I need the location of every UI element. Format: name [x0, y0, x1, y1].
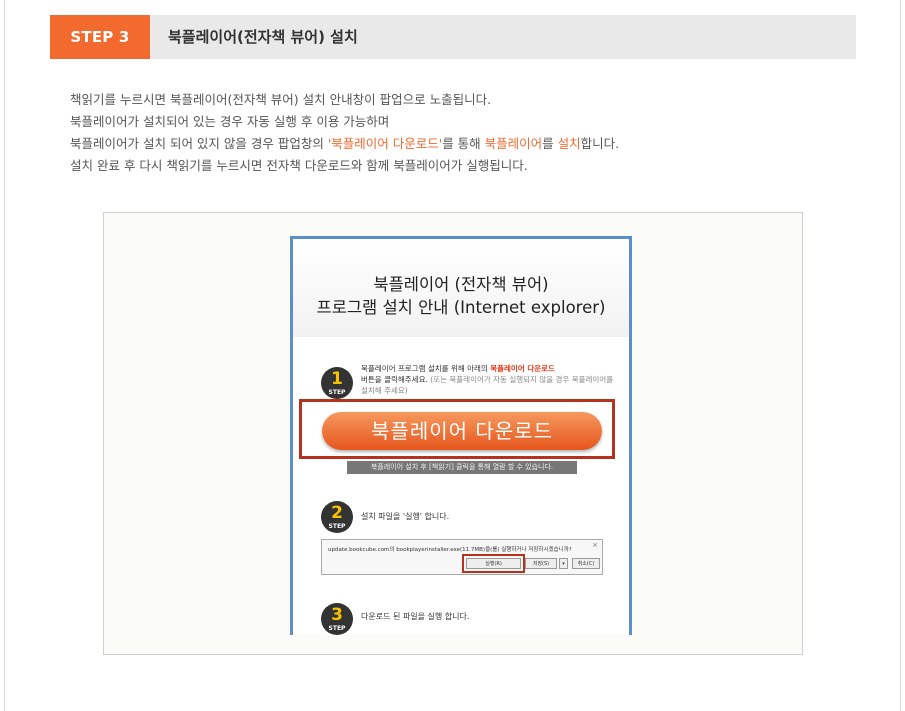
step-1-icon: 1 STEP — [321, 367, 353, 399]
instruction-line-1: 책읽기를 누르시면 북플레이어(전자책 뷰어) 설치 안내창이 팝업으로 노출됩… — [70, 92, 492, 107]
step-1-number: 1 — [331, 369, 343, 389]
download-note: 북플레이어 설치 후 [책읽기] 클릭을 통해 열람 할 수 있습니다. — [347, 461, 577, 474]
instruction-line-3-part-b: 를 통해 — [442, 136, 485, 151]
step-title: 북플레이어(전자책 뷰어) 설치 — [168, 28, 358, 46]
save-dropdown-icon[interactable]: ▾ — [559, 558, 568, 569]
popup-title-line-1: 북플레이어 (전자책 뷰어) — [373, 275, 549, 294]
step-1-label: STEP — [328, 389, 346, 396]
download-button-highlight: 북플레이어 다운로드 — [299, 399, 615, 459]
step-1-text-highlight: 북플레이어 다운로드 — [490, 364, 555, 373]
install-guide-popup: 북플레이어 (전자책 뷰어) 프로그램 설치 안내 (Internet expl… — [290, 236, 632, 635]
download-bar-message: update.bookcube.com의 bookplayerinstaller… — [328, 547, 572, 553]
instruction-line-3-part-a: 북플레이어가 설치 되어 있지 않을 경우 팝업창의 — [70, 136, 328, 151]
ie-download-bar: update.bookcube.com의 bookplayerinstaller… — [321, 539, 603, 575]
save-button[interactable]: 저장(S) — [525, 558, 557, 569]
highlight-install: 설치 — [557, 136, 581, 151]
step-badge: STEP 3 — [50, 15, 150, 59]
instruction-text: 책읽기를 누르시면 북플레이어(전자책 뷰어) 설치 안내창이 팝업으로 노출됩… — [70, 89, 619, 177]
instruction-line-4: 설치 완료 후 다시 책읽기를 누르시면 전자책 다운로드와 함께 북플레이어가… — [70, 158, 528, 173]
page-left-border — [4, 0, 5, 711]
step-3-text: 다운로드 된 파일을 실행 합니다. — [361, 612, 470, 621]
bookplayer-download-button[interactable]: 북플레이어 다운로드 — [322, 412, 602, 450]
step-1-text-b: 버튼을 클릭해주세요. — [361, 375, 428, 384]
instruction-line-3: 북플레이어가 설치 되어 있지 않을 경우 팝업창의 '북플레이어 다운로드'를… — [70, 133, 619, 155]
install-guide-figure: 북플레이어 (전자책 뷰어) 프로그램 설치 안내 (Internet expl… — [103, 212, 803, 655]
step-3-icon: 3 STEP — [321, 603, 353, 635]
step-3-label: STEP — [328, 625, 346, 632]
step-2-number: 2 — [331, 503, 343, 523]
instruction-line-3-part-c: 를 — [542, 136, 558, 151]
step-2-label: STEP — [328, 523, 346, 530]
highlight-download-label: '북플레이어 다운로드' — [327, 136, 443, 151]
step-header: STEP 3 북플레이어(전자책 뷰어) 설치 — [50, 15, 856, 59]
page-right-border — [900, 0, 901, 711]
step-3-number: 3 — [331, 605, 343, 625]
step-1-text-a: 북플레이어 프로그램 설치를 위해 아래의 — [361, 364, 491, 373]
step-1-text: 북플레이어 프로그램 설치를 위해 아래의 북플레이어 다운로드 버튼을 클릭해… — [361, 363, 621, 396]
close-icon[interactable]: × — [592, 541, 598, 549]
run-button-highlight — [462, 554, 525, 573]
instruction-line-2: 북플레이어가 설치되어 있는 경우 자동 실행 후 이용 가능하며 — [70, 114, 390, 129]
cancel-button[interactable]: 취소(C) — [572, 558, 600, 569]
step-2-text: 설치 파일을 '실행' 합니다. — [361, 512, 450, 521]
step-2-icon: 2 STEP — [321, 501, 353, 533]
popup-title-line-2: 프로그램 설치 안내 (Internet explorer) — [316, 298, 606, 317]
highlight-bookplayer: 북플레이어 — [484, 136, 543, 151]
popup-header: 북플레이어 (전자책 뷰어) 프로그램 설치 안내 (Internet expl… — [293, 239, 629, 337]
instruction-line-3-part-d: 합니다. — [580, 136, 620, 151]
